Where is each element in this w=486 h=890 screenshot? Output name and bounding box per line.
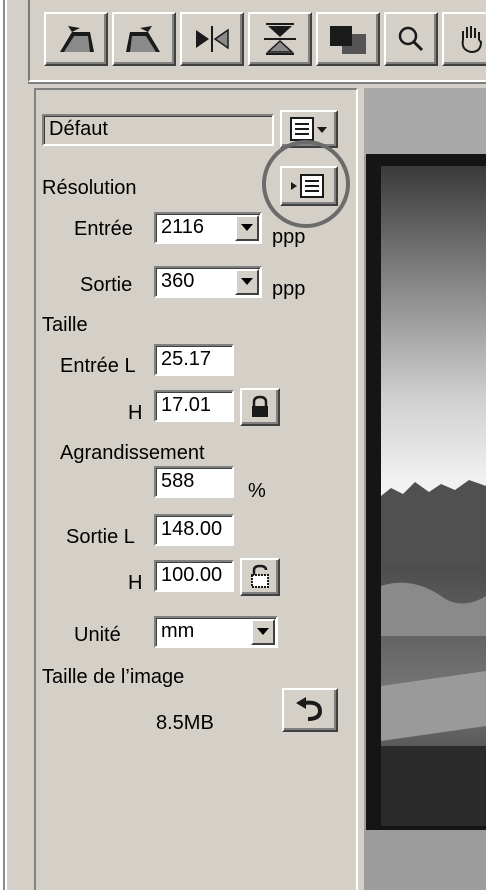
scanner-window: Défaut Résolution Entrée 2116 ppp Sortie… [0,0,486,890]
input-resolution-value: 2116 [161,216,205,238]
enlargement-unit: % [248,480,266,502]
flip-vertical-icon [264,23,296,55]
lock-icon [252,395,268,417]
image-size-label: Taille de l’image [42,666,185,688]
settings-list-icon [290,117,327,141]
unlock-icon [251,564,269,588]
chevron-down-icon[interactable] [235,215,259,241]
image-size-value: 8.5MB [156,712,214,734]
rotate-right-button[interactable] [112,12,176,66]
reset-button[interactable] [282,688,338,732]
output-height-field[interactable]: 100.00 [154,560,234,592]
flip-vertical-button[interactable] [248,12,312,66]
enlargement-field[interactable]: 588 [154,466,234,498]
resolution-label: Résolution [42,177,137,199]
output-resolution-unit: ppp [272,278,306,300]
unlock-aspect-button[interactable] [240,558,280,596]
unit-label: Unité [74,624,121,646]
flip-horizontal-icon [196,26,229,52]
unit-value: mm [161,620,195,642]
output-resolution-value: 360 [161,270,195,292]
preset-field[interactable]: Défaut [42,114,274,146]
enlargement-label: Agrandissement [60,442,205,464]
input-resolution-dropdown[interactable]: 2116 [154,212,262,244]
invert-colors-icon [330,26,366,54]
output-resolution-label: Sortie [80,274,133,296]
toolbar-divider [28,82,486,84]
preview-header [364,88,486,156]
input-resolution-label: Entrée [74,218,133,240]
unit-dropdown[interactable]: mm [154,616,278,648]
output-width-field[interactable]: 148.00 [154,514,234,546]
chevron-down-icon[interactable] [251,619,275,645]
output-resolution-dropdown[interactable]: 360 [154,266,262,298]
input-height-field[interactable]: 17.01 [154,390,234,422]
window-edge-highlight [5,0,7,890]
input-width-field[interactable]: 25.17 [154,344,234,376]
rotate-right-icon [126,26,160,52]
magnifier-icon [398,26,424,52]
flip-horizontal-button[interactable] [180,12,244,66]
pan-button[interactable] [442,12,486,66]
play-list-icon [291,174,324,198]
rotate-left-button[interactable] [44,12,108,66]
chevron-down-icon[interactable] [235,269,259,295]
rotate-left-icon [60,26,94,52]
lock-aspect-button[interactable] [240,388,280,426]
preview-image[interactable] [381,166,486,826]
hand-icon [461,26,483,54]
input-height-label: H [128,402,143,424]
apply-settings-button[interactable] [280,166,338,206]
output-width-label: Sortie L [66,526,135,548]
undo-icon [296,697,323,721]
output-height-label: H [128,572,143,594]
size-label: Taille [42,314,88,336]
zoom-button[interactable] [384,12,438,66]
input-resolution-unit: ppp [272,226,306,248]
preset-menu-button[interactable] [280,110,338,148]
input-width-label: Entrée L [60,355,136,377]
invert-colors-button[interactable] [316,12,380,66]
preview-footer [364,830,486,890]
